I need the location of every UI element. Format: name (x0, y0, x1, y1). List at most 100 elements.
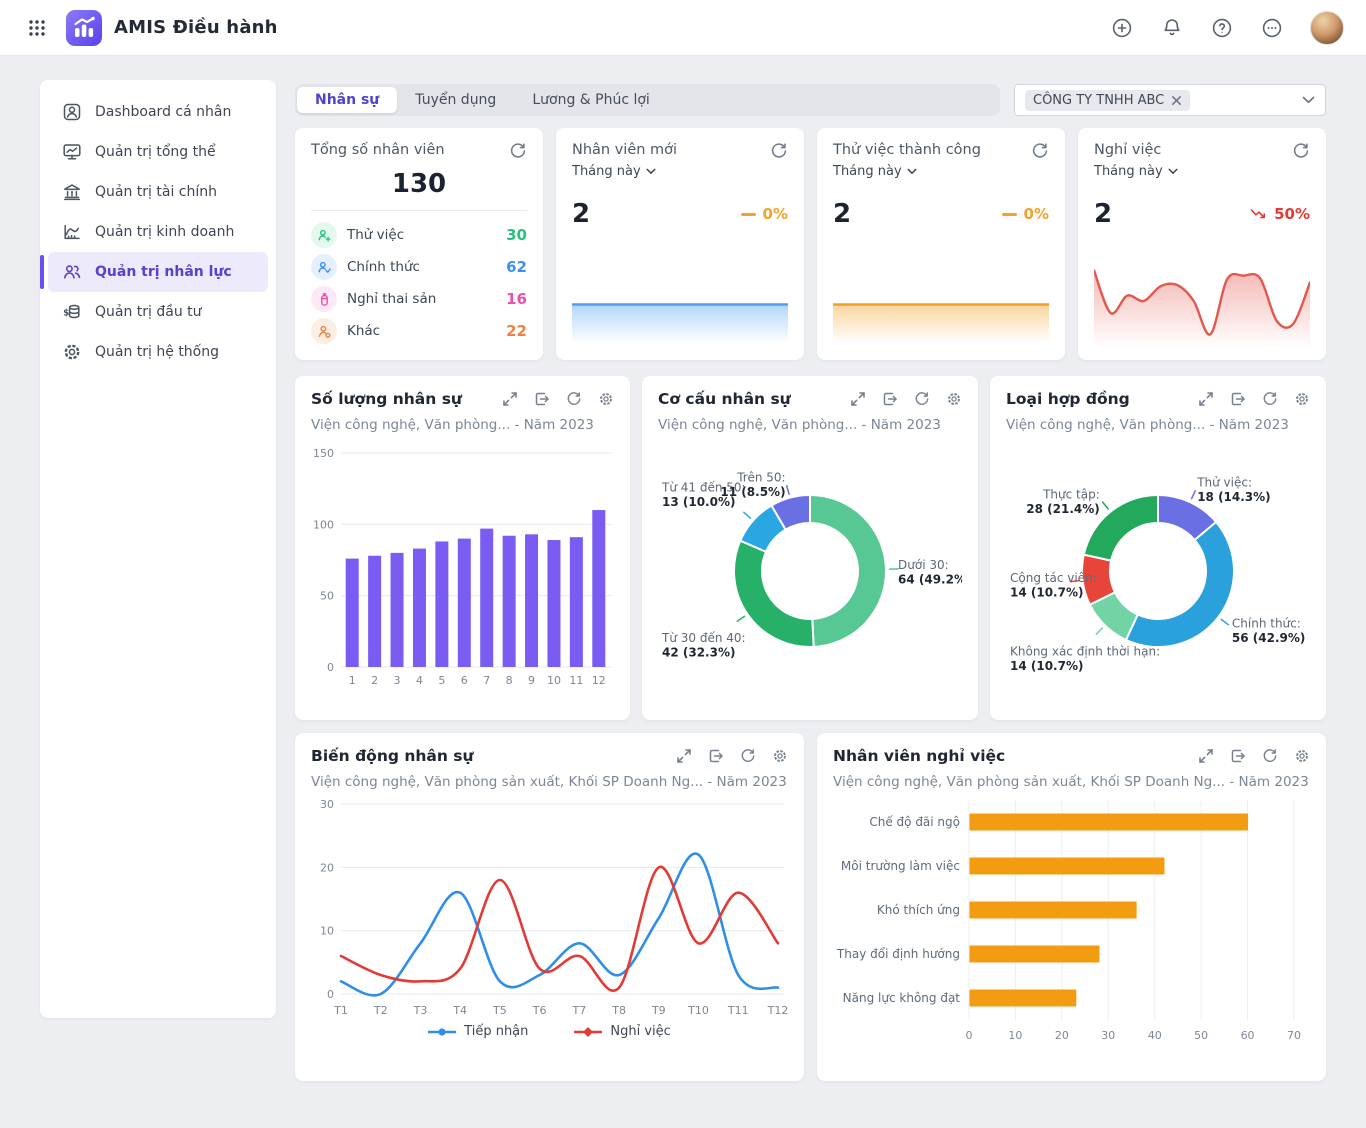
tab-luong-phuc-loi[interactable]: Lương & Phúc lợi (514, 87, 668, 113)
settings-icon[interactable] (1294, 391, 1310, 407)
settings-icon[interactable] (1294, 748, 1310, 764)
expand-icon[interactable] (502, 391, 518, 407)
more-icon[interactable] (1260, 16, 1284, 40)
svg-text:20: 20 (1055, 1029, 1069, 1042)
svg-text:4: 4 (416, 674, 423, 687)
settings-icon[interactable] (598, 391, 614, 407)
probation-success-card: Thử việc thành công Tháng này 2 0% (817, 128, 1065, 360)
sparkline-chart (833, 302, 1049, 348)
expand-icon[interactable] (1198, 391, 1214, 407)
svg-text:T5: T5 (492, 1004, 507, 1017)
add-circle-icon[interactable] (1110, 16, 1134, 40)
panel-title: Loại hợp đồng (1006, 390, 1130, 408)
tab-nhan-su[interactable]: Nhân sự (297, 87, 397, 113)
sidebar-item-quan-tri-tai-chinh[interactable]: Quản trị tài chính (48, 172, 268, 212)
svg-text:Thay đổi định hướng: Thay đổi định hướng (836, 947, 960, 961)
refresh-icon[interactable] (914, 391, 930, 407)
svg-text:9: 9 (528, 674, 535, 687)
people-icon (62, 262, 82, 282)
panel-subtitle: Viện công nghệ, Văn phòng sản xuất, Khối… (311, 774, 788, 790)
sidebar-item-quan-tri-kinh-doanh[interactable]: Quản trị kinh doanh (48, 212, 268, 252)
contract-type-donut-chart: Thử việc:18 (14.3%)Chính thức:56 (42.9%)… (1006, 439, 1310, 693)
refresh-icon[interactable] (1031, 142, 1049, 160)
company-select[interactable]: CÔNG TY TNHH ABC (1014, 84, 1326, 116)
tab-tuyen-dung[interactable]: Tuyển dụng (397, 87, 514, 113)
sidebar-item-quan-tri-tong-the[interactable]: Quản trị tổng thể (48, 132, 268, 172)
svg-text:1: 1 (349, 674, 356, 687)
sidebar-item-quan-tri-nhan-luc[interactable]: Quản trị nhân lực (48, 252, 268, 292)
chevron-down-icon (646, 168, 656, 175)
new-employees-card: Nhân viên mới Tháng này 2 0% (556, 128, 804, 360)
svg-text:3: 3 (394, 674, 401, 687)
svg-text:Chế độ đãi ngộ: Chế độ đãi ngộ (869, 815, 960, 829)
age-structure-panel: Cơ cấu nhân sự Viện công nghệ, Văn phòng… (642, 376, 978, 720)
refresh-icon[interactable] (1262, 748, 1278, 764)
refresh-icon[interactable] (1292, 142, 1310, 160)
period-dropdown[interactable]: Tháng này (1094, 164, 1178, 179)
period-dropdown[interactable]: Tháng này (572, 164, 656, 179)
sidebar-item-quan-tri-dau-tu[interactable]: $ Quản trị đầu tư (48, 292, 268, 332)
refresh-icon[interactable] (740, 748, 756, 764)
svg-text:T4: T4 (452, 1004, 467, 1017)
export-icon[interactable] (1230, 391, 1246, 407)
refresh-icon[interactable] (1262, 391, 1278, 407)
row-label: Khác (347, 323, 496, 339)
list-item: Chính thức 62 (311, 251, 527, 283)
row-value: 16 (506, 290, 527, 308)
svg-text:50: 50 (1194, 1029, 1208, 1042)
svg-text:T8: T8 (611, 1004, 626, 1017)
expand-icon[interactable] (850, 391, 866, 407)
sparkline-chart (1094, 256, 1310, 348)
help-icon[interactable] (1210, 16, 1234, 40)
export-icon[interactable] (534, 391, 550, 407)
kpi-delta: 0% (1002, 205, 1049, 223)
svg-text:60: 60 (1241, 1029, 1255, 1042)
person-icon (311, 318, 337, 344)
settings-icon[interactable] (946, 391, 962, 407)
export-icon[interactable] (1230, 748, 1246, 764)
line-series-marker (428, 1027, 456, 1037)
sidebar: Dashboard cá nhân Quản trị tổng thể Quản… (40, 80, 276, 1018)
svg-text:Dưới 30:64 (49.2%): Dưới 30:64 (49.2%) (898, 558, 962, 587)
sidebar-item-label: Quản trị nhân lực (95, 264, 232, 280)
svg-text:T3: T3 (413, 1004, 428, 1017)
svg-text:0: 0 (327, 988, 334, 1001)
settings-icon[interactable] (772, 748, 788, 764)
list-item: Khác 22 (311, 315, 527, 347)
svg-text:T10: T10 (687, 1004, 709, 1017)
apps-grid-icon[interactable] (22, 13, 52, 43)
list-item: Thử việc 30 (311, 219, 527, 251)
close-icon[interactable] (1171, 95, 1182, 106)
svg-text:100: 100 (313, 518, 334, 531)
legend-item: Tiếp nhận (428, 1024, 528, 1039)
svg-text:40: 40 (1148, 1029, 1162, 1042)
refresh-icon[interactable] (770, 142, 788, 160)
person-add-icon (311, 222, 337, 248)
period-dropdown[interactable]: Tháng này (833, 164, 917, 179)
export-icon[interactable] (882, 391, 898, 407)
expand-icon[interactable] (676, 748, 692, 764)
sidebar-item-quan-tri-he-thong[interactable]: Quản trị hệ thống (48, 332, 268, 372)
resignation-card: Nghỉ việc Tháng này 2 50% (1078, 128, 1326, 360)
export-icon[interactable] (708, 748, 724, 764)
row-label: Thử việc (347, 227, 496, 243)
expand-icon[interactable] (1198, 748, 1214, 764)
gear-icon (62, 342, 82, 362)
refresh-icon[interactable] (509, 142, 527, 160)
contract-type-panel: Loại hợp đồng Viện công nghệ, Văn phòng.… (990, 376, 1326, 720)
kpi-value: 2 (572, 199, 590, 229)
svg-text:10: 10 (320, 925, 334, 938)
row-value: 22 (506, 322, 527, 340)
refresh-icon[interactable] (566, 391, 582, 407)
svg-text:2: 2 (371, 674, 378, 687)
investment-icon: $ (62, 302, 82, 322)
monitor-chart-icon (62, 142, 82, 162)
svg-text:10: 10 (547, 674, 561, 687)
user-avatar[interactable] (1310, 11, 1344, 45)
svg-text:0: 0 (327, 661, 334, 674)
svg-text:30: 30 (1101, 1029, 1115, 1042)
sidebar-item-dashboard-ca-nhan[interactable]: Dashboard cá nhân (48, 92, 268, 132)
bell-icon[interactable] (1160, 16, 1184, 40)
row-label: Nghỉ thai sản (347, 291, 496, 307)
sidebar-item-label: Quản trị tài chính (95, 184, 217, 200)
